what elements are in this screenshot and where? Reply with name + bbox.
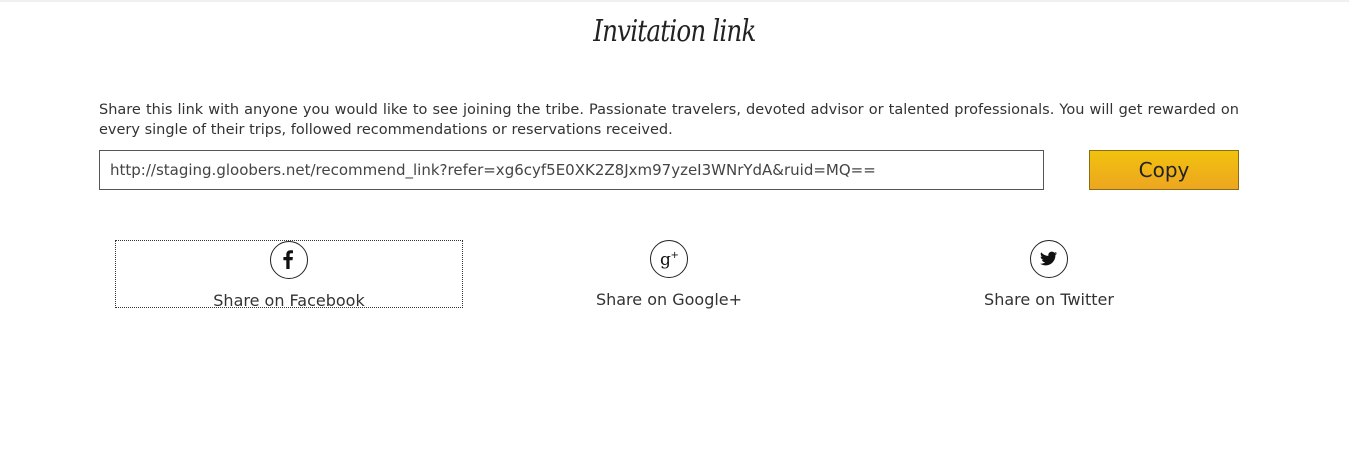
invitation-link-field[interactable] — [99, 150, 1044, 190]
share-google-plus-label: Share on Google+ — [595, 290, 743, 309]
share-twitter-label: Share on Twitter — [984, 290, 1114, 309]
svg-text:g: g — [660, 250, 671, 270]
share-google-plus-button[interactable]: g + Share on Google+ — [495, 240, 843, 309]
top-divider — [0, 0, 1349, 2]
page-title: Invitation link — [593, 14, 756, 49]
share-facebook-button[interactable]: Share on Facebook — [115, 240, 463, 310]
share-twitter-button[interactable]: Share on Twitter — [875, 240, 1223, 309]
invitation-description: Share this link with anyone you would li… — [99, 102, 1239, 138]
copy-button[interactable]: Copy — [1089, 150, 1239, 190]
google-plus-icon: g + — [650, 240, 688, 278]
invitation-page: Invitation link Share this link with any… — [0, 0, 1349, 460]
share-facebook-label: Share on Facebook — [213, 291, 365, 310]
svg-text:+: + — [671, 250, 679, 261]
twitter-icon — [1030, 240, 1068, 278]
facebook-icon — [270, 241, 308, 279]
